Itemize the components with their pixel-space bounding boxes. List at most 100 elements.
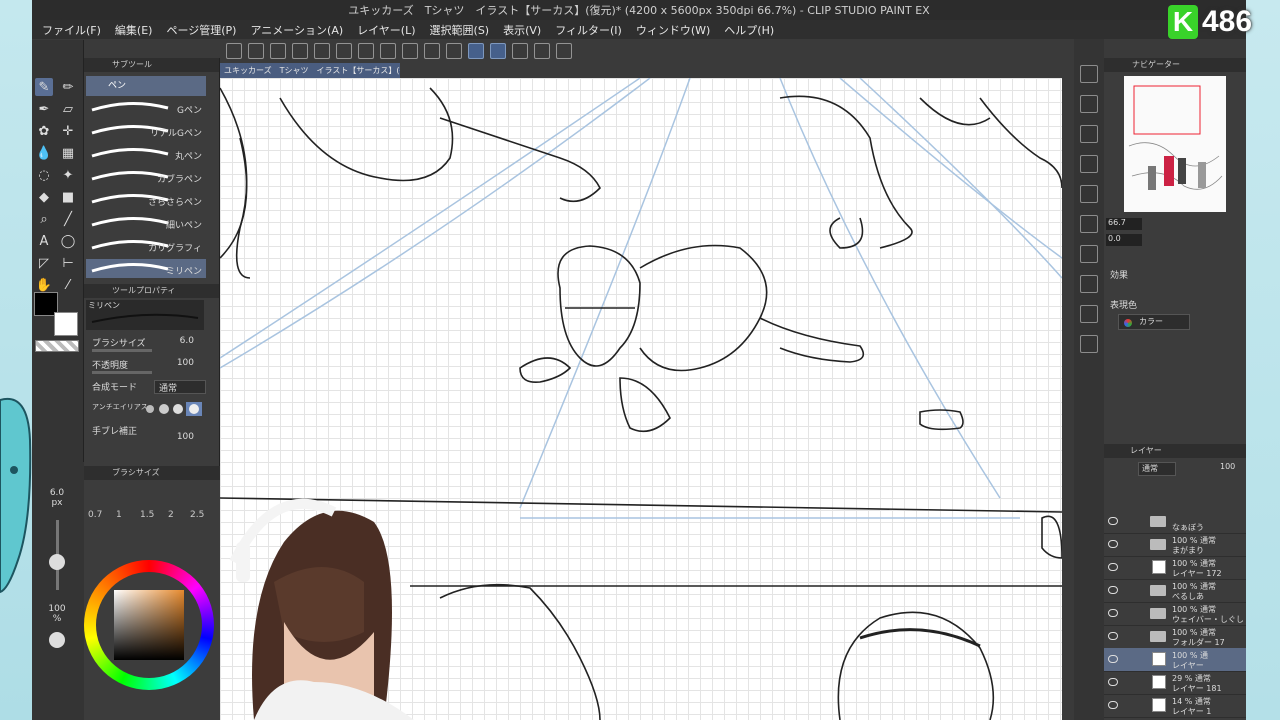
new-file-icon[interactable] [248, 43, 264, 59]
menu-edit[interactable]: 編集(E) [115, 22, 153, 38]
size-slider-handle[interactable] [49, 554, 65, 570]
layer-row[interactable]: 14 % 通常 レイヤー 1 [1104, 694, 1246, 718]
brush-size-value[interactable]: 6.0 [180, 336, 194, 346]
snap-ruler-icon[interactable] [468, 43, 484, 59]
clip-studio-icon[interactable] [226, 43, 242, 59]
brush-item[interactable]: ミリペン [86, 259, 206, 278]
settings-icon[interactable] [534, 43, 550, 59]
pencil-tool-icon[interactable]: ✏ [59, 78, 77, 96]
frame-tool-icon[interactable]: ◸ [35, 254, 53, 272]
eye-icon[interactable] [1108, 655, 1118, 663]
redo-icon[interactable] [336, 43, 352, 59]
brush-item[interactable]: 丸ペン [86, 144, 206, 163]
grid-tool-icon[interactable]: ▦ [59, 144, 77, 162]
brush-tool-icon[interactable]: ✒ [35, 100, 53, 118]
deselect-icon[interactable] [424, 43, 440, 59]
brush-size-preset[interactable]: 1 [116, 510, 122, 520]
frame-material-icon[interactable] [1080, 305, 1098, 323]
library-icon[interactable] [1080, 155, 1098, 173]
menu-filter[interactable]: フィルター(I) [555, 22, 622, 38]
brush-item[interactable]: Gペン [86, 98, 206, 117]
search-icon[interactable] [1080, 95, 1098, 113]
eye-icon[interactable] [1108, 701, 1118, 709]
transparent-color-swatch[interactable] [35, 340, 79, 352]
eye-icon[interactable] [1108, 609, 1118, 617]
layer-row[interactable]: 100 % 通常 べるしあ [1104, 579, 1246, 603]
eye-icon[interactable] [1108, 517, 1118, 525]
menu-view[interactable]: 表示(V) [503, 22, 541, 38]
pen-tool-icon[interactable]: ✎ [35, 78, 53, 96]
eye-icon[interactable] [1108, 632, 1118, 640]
menu-window[interactable]: ウィンドウ(W) [636, 22, 710, 38]
brush-size-preset[interactable]: 2.5 [190, 510, 204, 520]
document-tab[interactable]: ユキッカーズ Tシャツ イラスト【サーカス】(復元)* [220, 63, 400, 78]
antialias-row[interactable]: アンチエイリアス [92, 402, 216, 420]
navigator-icon[interactable] [1080, 65, 1098, 83]
navigator-thumbnail[interactable] [1124, 76, 1226, 212]
menu-selection[interactable]: 選択範囲(S) [430, 22, 490, 38]
fill-tool-icon[interactable]: ◆ [35, 188, 53, 206]
eraser-tool-icon[interactable]: ▱ [59, 100, 77, 118]
layer-opacity-value[interactable]: 100 [1220, 462, 1235, 471]
tone-material-icon[interactable] [1080, 275, 1098, 293]
menu-animation[interactable]: アニメーション(A) [250, 22, 343, 38]
balloon-tool-icon[interactable]: ◯ [59, 232, 77, 250]
close-material-icon[interactable] [1080, 185, 1098, 203]
layer-row[interactable]: 100 % 通常 まがまり [1104, 533, 1246, 557]
layer-row[interactable]: 100 % 通常 レイヤー 172 [1104, 556, 1246, 580]
layer-row[interactable]: 100 % 通レイヤー [1104, 648, 1246, 672]
decoration-tool-icon[interactable]: ✿ [35, 122, 53, 140]
brush-item[interactable]: さらさらペン [86, 190, 206, 209]
blend-mode-row[interactable]: 合成モード 通常 [92, 380, 216, 398]
subtool-group-tab[interactable]: ペン [86, 76, 206, 96]
antialias-options[interactable] [142, 402, 206, 416]
assist-icon[interactable] [556, 43, 572, 59]
brush-item[interactable]: カリグラフィ [86, 236, 206, 255]
opacity-slider-handle[interactable] [49, 632, 65, 648]
transform-icon[interactable] [402, 43, 418, 59]
image-material-icon[interactable] [1080, 245, 1098, 263]
brush-size-slider[interactable] [92, 349, 152, 352]
menu-layer[interactable]: レイヤー(L) [357, 22, 415, 38]
opacity-row[interactable]: 不透明度 100 [92, 358, 216, 376]
save-icon[interactable] [292, 43, 308, 59]
canvas-scrollbar[interactable] [1062, 78, 1074, 720]
eye-icon[interactable] [1108, 540, 1118, 548]
eye-icon[interactable] [1108, 563, 1118, 571]
stabilization-row[interactable]: 手ブレ補正 100 [92, 424, 216, 442]
layer-row[interactable]: なぁぼう [1104, 510, 1246, 534]
snap-special-ruler-icon[interactable] [512, 43, 528, 59]
menu-file[interactable]: ファイル(F) [42, 22, 101, 38]
layer-blend-select[interactable]: 通常 [1138, 462, 1176, 476]
brush-size-preset[interactable]: 1.5 [140, 510, 154, 520]
opacity-slider[interactable] [92, 371, 152, 374]
open-file-icon[interactable] [270, 43, 286, 59]
blend-mode-select[interactable]: 通常 [154, 380, 206, 394]
move-tool-icon[interactable]: ✛ [59, 122, 77, 140]
fill-icon[interactable] [380, 43, 396, 59]
opacity-value[interactable]: 100 [177, 358, 194, 368]
3d-material-icon[interactable] [1080, 335, 1098, 353]
brush-size-preset[interactable]: 2 [168, 510, 174, 520]
menu-page[interactable]: ページ管理(P) [166, 22, 236, 38]
brush-size-row[interactable]: ブラシサイズ 6.0 [92, 336, 216, 354]
undo-icon[interactable] [314, 43, 330, 59]
material-icon[interactable] [1080, 125, 1098, 143]
ruler-tool-icon[interactable]: ⊢ [59, 254, 77, 272]
navigator-zoom-field[interactable]: 66.7 [1106, 218, 1142, 230]
sub-color-swatch[interactable] [54, 312, 78, 336]
navigator-rotation-field[interactable]: 0.0 [1106, 234, 1142, 246]
menu-help[interactable]: ヘルプ(H) [724, 22, 774, 38]
eyedropper-tool-icon[interactable]: ⁄ [59, 276, 77, 294]
zoom-tool-icon[interactable]: ⌕ [35, 210, 53, 228]
lasso-tool-icon[interactable]: ◌ [35, 166, 53, 184]
layer-row[interactable]: 100 % 通常 フォルダー 17 [1104, 625, 1246, 649]
brush-item[interactable]: カブラペン [86, 167, 206, 186]
loading-icon[interactable] [358, 43, 374, 59]
brush-item[interactable]: 細いペン [86, 213, 206, 232]
eye-icon[interactable] [1108, 678, 1118, 686]
stabilization-value[interactable]: 100 [177, 432, 194, 442]
layer-row[interactable]: 29 % 通常 レイヤー 181 [1104, 671, 1246, 695]
crop-icon[interactable] [446, 43, 462, 59]
text-tool-icon[interactable]: A [35, 232, 53, 250]
